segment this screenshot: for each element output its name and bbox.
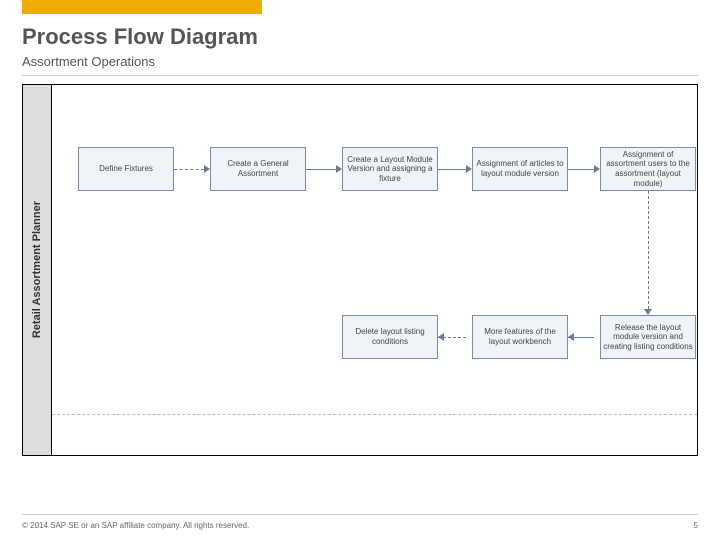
arrow-right-icon bbox=[204, 165, 210, 173]
page-title: Process Flow Diagram bbox=[22, 24, 698, 50]
lane-divider bbox=[52, 414, 697, 415]
swimlane-label: Retail Assortment Planner bbox=[23, 85, 52, 455]
edge-b1-b2 bbox=[174, 169, 204, 170]
arrow-left-icon bbox=[568, 333, 574, 341]
node-create-general-assortment: Create a General Assortment bbox=[210, 147, 306, 191]
edge-b3-b4 bbox=[438, 169, 466, 170]
edge-b4-b5 bbox=[568, 169, 594, 170]
edge-b5-b8 bbox=[648, 191, 649, 309]
arrow-down-icon bbox=[644, 309, 652, 315]
arrow-left-icon bbox=[438, 333, 444, 341]
node-create-layout-module-version: Create a Layout Module Version and assig… bbox=[342, 147, 438, 191]
swimlane-container: Retail Assortment Planner Define Fixture… bbox=[22, 84, 698, 456]
page-subtitle: Assortment Operations bbox=[22, 54, 698, 69]
footer: © 2014 SAP SE or an SAP affiliate compan… bbox=[22, 514, 698, 530]
node-more-features: More features of the layout workbench bbox=[472, 315, 568, 359]
page-number: 5 bbox=[694, 521, 698, 530]
node-assign-assortment-users: Assignment of assortment users to the as… bbox=[600, 147, 696, 191]
accent-bar bbox=[22, 0, 262, 14]
arrow-right-icon bbox=[336, 165, 342, 173]
arrow-right-icon bbox=[594, 165, 600, 173]
swimlane-label-text: Retail Assortment Planner bbox=[31, 201, 43, 338]
swimlane-body: Define Fixtures Create a General Assortm… bbox=[52, 85, 697, 455]
node-assign-articles: Assignment of articles to layout module … bbox=[472, 147, 568, 191]
divider bbox=[22, 75, 698, 76]
copyright-text: © 2014 SAP SE or an SAP affiliate compan… bbox=[22, 521, 249, 530]
node-define-fixtures: Define Fixtures bbox=[78, 147, 174, 191]
node-release-layout-module: Release the layout module version and cr… bbox=[600, 315, 696, 359]
edge-b2-b3 bbox=[306, 169, 336, 170]
node-delete-listing-conditions: Delete layout listing conditions bbox=[342, 315, 438, 359]
arrow-right-icon bbox=[466, 165, 472, 173]
